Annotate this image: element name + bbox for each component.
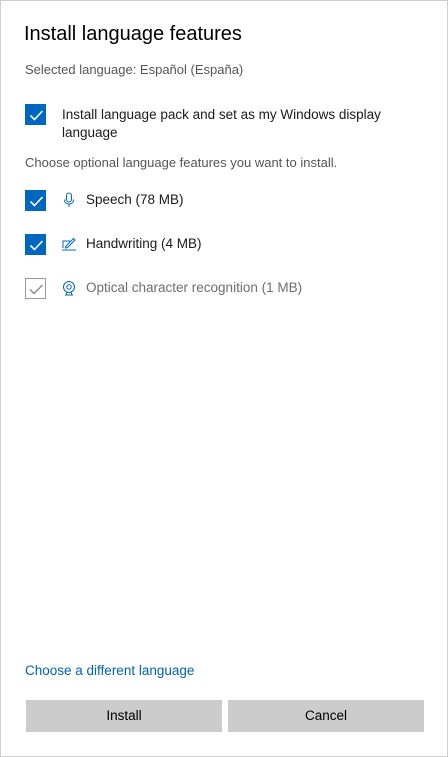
selected-language-text: Selected language: Español (España) (25, 62, 244, 77)
optional-features-hint: Choose optional language features you wa… (25, 155, 338, 170)
cancel-button[interactable]: Cancel (228, 700, 424, 732)
dialog-title: Install language features (24, 23, 242, 45)
checkmark-icon (29, 284, 43, 295)
handwriting-checkbox[interactable] (25, 234, 46, 255)
ocr-label: Optical character recognition (1 MB) (86, 280, 303, 295)
microphone-icon (64, 192, 74, 207)
handwriting-label: Handwriting (4 MB) (86, 236, 202, 251)
checkmark-icon (29, 240, 44, 251)
checkmark-icon (29, 110, 44, 121)
install-button[interactable]: Install (26, 700, 222, 732)
language-pack-label: Install language pack and set as my Wind… (62, 107, 381, 140)
ocr-checkbox (25, 278, 46, 299)
choose-different-language-link[interactable]: Choose a different language (25, 663, 194, 678)
checkmark-icon (29, 196, 44, 207)
pen-icon (62, 237, 76, 251)
speech-checkbox[interactable] (25, 190, 46, 211)
language-pack-checkbox[interactable] (25, 104, 46, 125)
speech-label: Speech (78 MB) (86, 192, 184, 207)
ocr-camera-icon (63, 281, 75, 296)
install-language-features-dialog: Install language features Selected langu… (0, 0, 448, 757)
